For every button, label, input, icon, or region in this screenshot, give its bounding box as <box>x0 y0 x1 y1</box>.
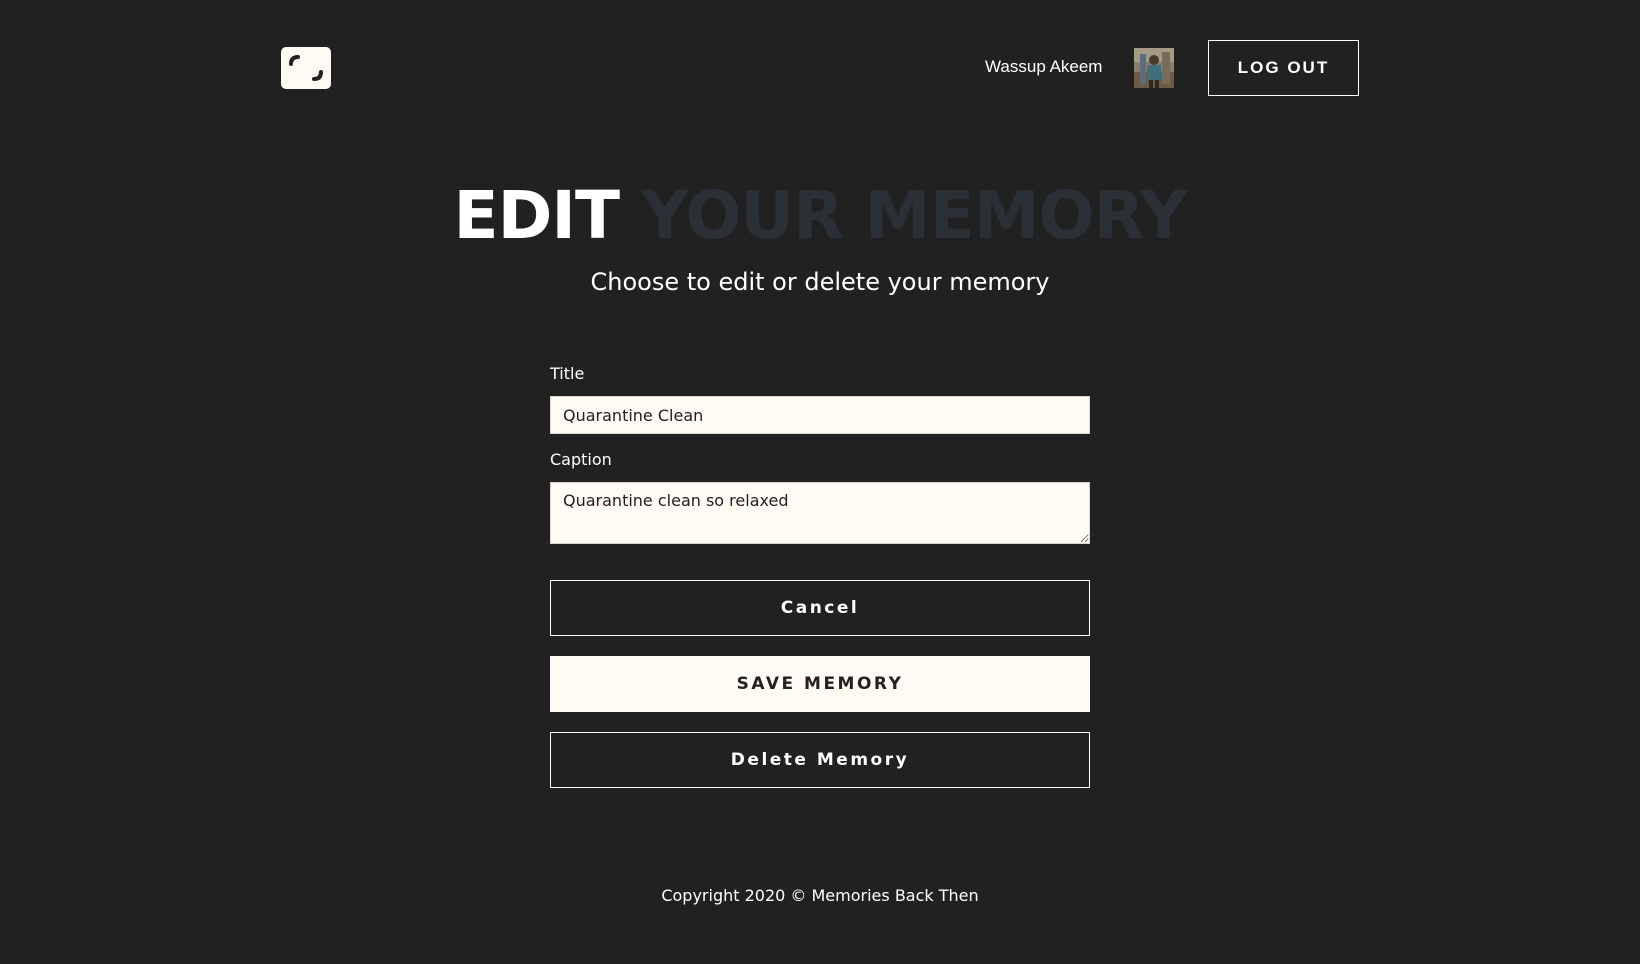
page-title-muted: YOUR MEMORY <box>640 177 1187 254</box>
caption-textarea[interactable]: Quarantine clean so relaxed <box>550 482 1090 544</box>
save-memory-button[interactable]: SAVE MEMORY <box>550 656 1090 712</box>
page: Wassup Akeem LOG OUT EDIT YOUR MEMORY Ch… <box>0 0 1640 964</box>
user-greeting: Wassup Akeem <box>985 57 1103 76</box>
camera-corner-logo-icon[interactable] <box>281 47 331 89</box>
title-label: Title <box>550 364 585 383</box>
page-subtitle: Choose to edit or delete your memory <box>590 268 1050 296</box>
cancel-button[interactable]: Cancel <box>550 580 1090 636</box>
caption-label: Caption <box>550 450 612 469</box>
page-title-strong: EDIT <box>453 177 620 254</box>
user-avatar[interactable] <box>1134 48 1174 88</box>
delete-memory-button[interactable]: Delete Memory <box>550 732 1090 788</box>
footer-copyright: Copyright 2020 © Memories Back Then <box>661 886 979 905</box>
title-input[interactable] <box>550 396 1090 434</box>
page-title: EDIT YOUR MEMORY <box>0 176 1640 256</box>
logout-button[interactable]: LOG OUT <box>1208 40 1359 96</box>
